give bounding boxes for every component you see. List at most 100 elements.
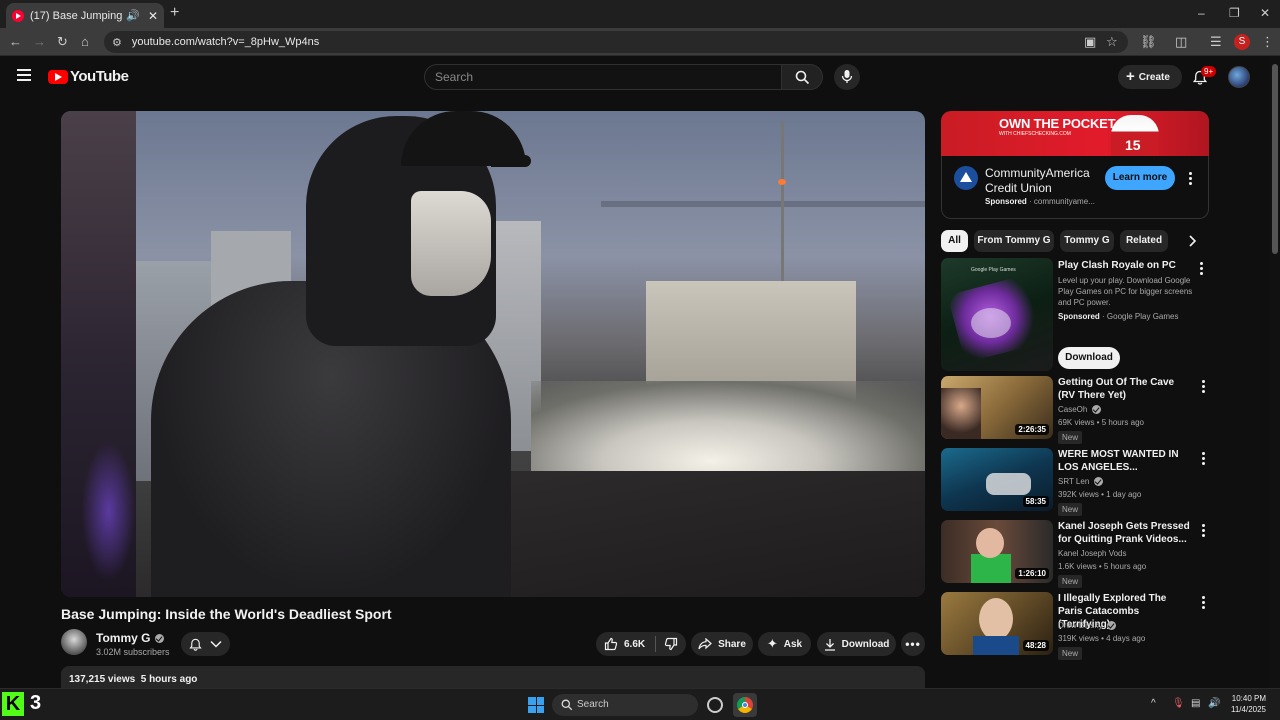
chip-from-tommy-g[interactable]: From Tommy G [974, 230, 1054, 252]
more-horizontal-icon: ••• [905, 637, 921, 651]
home-icon[interactable]: ⌂ [81, 34, 89, 49]
video-player[interactable] [61, 111, 925, 597]
create-button[interactable]: + Create [1118, 65, 1182, 89]
verified-badge-icon [1094, 477, 1104, 486]
thumbnail-face [976, 528, 1004, 558]
microphone-tray-icon[interactable]: 🎙 [1172, 698, 1185, 709]
chevron-right-icon[interactable] [1188, 235, 1197, 247]
related-channel[interactable]: SRT Len [1058, 477, 1104, 486]
network-icon[interactable]: ▤ [1191, 698, 1200, 709]
ad-menu-icon[interactable] [1189, 172, 1193, 187]
cap-brim [491, 155, 531, 167]
related-menu-icon[interactable] [1202, 596, 1206, 611]
new-badge: New [1058, 575, 1083, 588]
tower-light [778, 179, 786, 185]
profile-avatar[interactable]: S [1234, 34, 1250, 50]
windows-start-icon[interactable] [528, 697, 544, 713]
speaker-icon[interactable]: 🔊 [126, 9, 140, 22]
related-title[interactable]: Getting Out Of The Cave (RV There Yet) [1058, 376, 1192, 402]
thumbnail-person [941, 388, 981, 439]
chip-all[interactable]: All [941, 230, 968, 252]
new-tab-button[interactable]: + [170, 4, 179, 22]
search-input[interactable]: Search [424, 64, 782, 90]
purple-shirt-print [81, 441, 136, 581]
subscribed-notifications-button[interactable] [181, 632, 230, 656]
chip-tommy-g[interactable]: Tommy G [1060, 230, 1114, 252]
game-ad-description: Level up your play. Download Google Play… [1058, 276, 1193, 307]
site-info-icon[interactable]: ⚙ [112, 36, 122, 49]
upload-age: 5 hours ago [140, 674, 198, 685]
browser-tab[interactable]: (17) Base Jumping: Inside the 🔊 ✕ [6, 3, 164, 28]
verified-badge-icon [1107, 621, 1117, 630]
chip-related[interactable]: Related [1120, 230, 1168, 252]
install-app-icon[interactable]: ▣ [1084, 34, 1096, 50]
game-ad-menu-icon[interactable] [1200, 262, 1204, 277]
voice-search-button[interactable] [834, 64, 860, 90]
media-queue-icon[interactable]: ☰ [1210, 34, 1222, 50]
channel-name[interactable]: Tommy G [96, 631, 165, 645]
taskbar-app-icon[interactable] [707, 697, 723, 713]
related-channel-text: Kanel Joseph Vods [1058, 549, 1127, 558]
related-title[interactable]: WERE MOST WANTED IN LOS ANGELES... [1058, 448, 1192, 474]
related-meta: 392K views • 1 day ago [1058, 490, 1142, 499]
related-channel[interactable]: Kanel Joseph Vods [1058, 549, 1127, 558]
thumbnail-shirt [973, 636, 1019, 655]
related-thumbnail[interactable]: 2:26:35 [941, 376, 1053, 439]
ask-button[interactable]: ✦ Ask [758, 632, 811, 656]
browser-menu-icon[interactable]: ⋮ [1261, 34, 1274, 50]
related-menu-icon[interactable] [1202, 524, 1206, 539]
clock-time: 10:40 PM [1231, 694, 1266, 703]
related-menu-icon[interactable] [1202, 380, 1206, 395]
download-button[interactable]: Download [817, 632, 896, 656]
split-view-icon[interactable]: ◫ [1175, 34, 1187, 50]
kick-logo-icon[interactable]: K [2, 692, 24, 716]
advertiser-name[interactable]: CommunityAmerica Credit Union [985, 166, 1095, 196]
maximize-icon[interactable]: ❐ [1229, 6, 1240, 20]
address-bar[interactable]: ⚙ youtube.com/watch?v=_8pHw_Wp4ns [104, 31, 1128, 53]
game-ad-download-button[interactable]: Download [1058, 347, 1120, 369]
tray-overflow-icon[interactable]: ^ [1151, 698, 1156, 709]
related-channel[interactable]: CaseOh [1058, 405, 1102, 414]
channel-avatar[interactable] [61, 629, 87, 655]
taskbar-clock[interactable]: 10:40 PM 11/4/2025 [1224, 693, 1266, 715]
related-title[interactable]: Kanel Joseph Gets Pressed for Quitting P… [1058, 520, 1192, 546]
forward-icon[interactable]: → [33, 34, 46, 49]
related-thumbnail[interactable]: 1:26:10 [941, 520, 1053, 583]
like-button[interactable]: 6.6K [604, 637, 645, 651]
scrollbar-thumb[interactable] [1272, 64, 1278, 254]
account-avatar[interactable] [1228, 66, 1250, 88]
game-ad-title[interactable]: Play Clash Royale on PC [1058, 259, 1192, 272]
volume-icon[interactable]: 🔊 [1208, 698, 1220, 709]
like-dislike-group: 6.6K [596, 632, 686, 656]
reload-icon[interactable]: ↻ [57, 34, 68, 50]
more-actions-button[interactable]: ••• [901, 632, 925, 656]
game-ad-thumbnail[interactable]: Google Play Games [941, 258, 1053, 371]
related-thumbnail[interactable]: 58:35 [941, 448, 1053, 511]
thumbs-down-icon [664, 637, 678, 651]
taskbar-search[interactable]: Search [552, 694, 698, 716]
new-badge: New [1058, 647, 1083, 660]
kick-viewer-count: 3 [30, 692, 42, 714]
related-thumbnail[interactable]: 48:28 [941, 592, 1053, 655]
radio-tower [781, 121, 784, 281]
chevron-down-icon [210, 640, 222, 648]
learn-more-button[interactable]: Learn more [1105, 166, 1175, 190]
page-scrollbar[interactable] [1270, 56, 1280, 688]
extensions-icon[interactable]: ⛓ [1140, 34, 1157, 50]
ad-card[interactable]: CommunityAmerica Credit Union Sponsored … [941, 156, 1209, 219]
ad-banner-image[interactable]: OWN THE POCKET WITH CHIEFSCHECKING.COM 1… [941, 111, 1209, 156]
close-window-icon[interactable]: ✕ [1260, 6, 1270, 20]
chrome-taskbar-button[interactable] [733, 693, 757, 717]
related-menu-icon[interactable] [1202, 452, 1206, 467]
minimize-icon[interactable]: – [1198, 6, 1205, 20]
microphone-icon [841, 70, 853, 83]
back-icon[interactable]: ← [9, 34, 22, 49]
close-tab-icon[interactable]: ✕ [148, 9, 158, 23]
share-button[interactable]: Share [691, 632, 753, 656]
related-channel[interactable]: Drew Binsky [1058, 621, 1117, 630]
bookmark-star-icon[interactable]: ☆ [1106, 34, 1118, 50]
youtube-logo[interactable]: YouTube [48, 68, 129, 85]
hamburger-menu-icon[interactable] [17, 69, 31, 84]
search-button[interactable] [781, 64, 823, 90]
dislike-button[interactable] [664, 637, 678, 651]
